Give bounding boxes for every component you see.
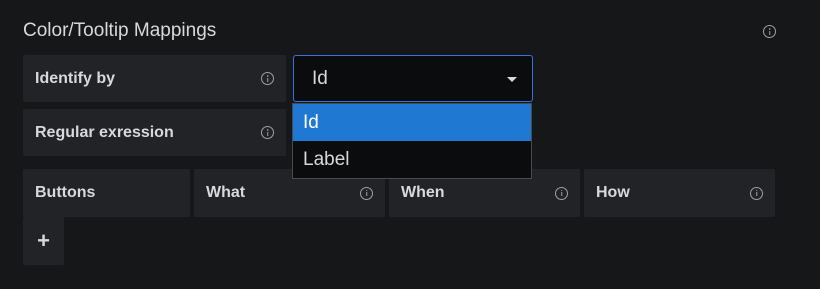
how-column-header: How [584,169,775,217]
identify-by-label-text: Identify by [35,69,116,87]
info-icon[interactable] [750,186,763,200]
how-column-label: How [596,184,630,201]
add-mapping-button[interactable]: + [23,217,64,265]
info-icon[interactable] [360,186,373,200]
identify-by-dropdown-menu: Id Label [292,103,532,179]
buttons-column-label: Buttons [35,184,96,201]
identify-by-selected-value: Id [312,67,328,89]
identify-by-label: Identify by [23,55,286,102]
info-icon[interactable] [261,72,274,85]
section-title: Color/Tooltip Mappings [23,20,217,41]
info-icon[interactable] [261,126,274,139]
info-icon[interactable] [555,186,568,200]
regular-expression-label-text: Regular exression [35,123,174,141]
when-column-label: When [401,184,445,201]
what-column-label: What [206,184,246,201]
info-icon[interactable] [763,25,776,38]
color-tooltip-mappings-panel: Color/Tooltip Mappings Identify by Id Id… [0,0,820,289]
regular-expression-label: Regular exression [23,109,286,156]
identify-by-select[interactable]: Id [293,55,533,102]
caret-down-icon [507,76,517,82]
buttons-column-header: Buttons [23,169,190,217]
dropdown-option-label[interactable]: Label [293,141,531,178]
plus-icon: + [37,228,50,253]
dropdown-option-id[interactable]: Id [293,104,531,141]
